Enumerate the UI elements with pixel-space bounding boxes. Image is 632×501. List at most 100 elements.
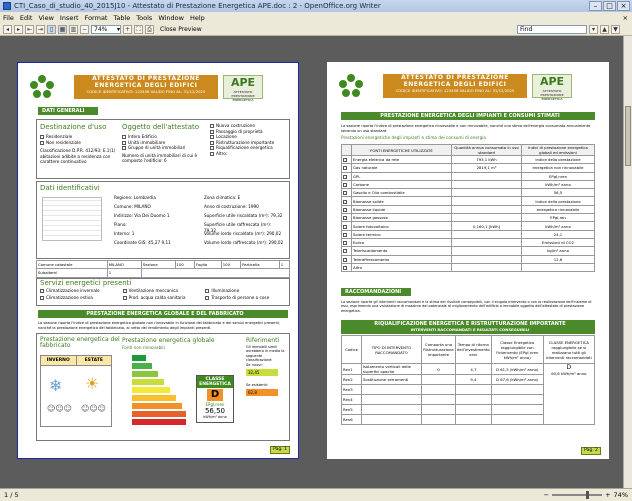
close-button[interactable]: ×	[617, 1, 630, 11]
checkbox[interactable]	[122, 140, 126, 145]
zoom-out-icon[interactable]: −	[80, 24, 89, 34]
checkbox[interactable]	[122, 135, 126, 139]
checkbox-cell[interactable]	[341, 237, 352, 248]
checkbox-cell[interactable]	[341, 154, 352, 165]
checkbox[interactable]	[210, 140, 214, 145]
menu-view[interactable]: View	[38, 14, 53, 22]
zoom-control[interactable]: − + 74%	[544, 491, 628, 499]
checkbox[interactable]	[343, 207, 347, 212]
checkbox-cell[interactable]	[341, 221, 352, 231]
checkbox[interactable]	[343, 249, 347, 254]
first-page-icon[interactable]: ⇤	[25, 24, 34, 34]
checkbox-cell[interactable]	[341, 254, 352, 264]
ape-logo-text: APE	[539, 75, 565, 88]
checkbox[interactable]	[343, 166, 347, 171]
checkbox[interactable]	[205, 289, 210, 293]
checkbox-cell[interactable]	[341, 246, 352, 256]
checkbox-cell[interactable]	[341, 171, 352, 181]
table-row: Biomasse liquide energetica rinnovabile	[341, 204, 595, 215]
checkbox[interactable]	[40, 289, 44, 293]
find-up-icon[interactable]: ▲	[600, 24, 609, 34]
col-quantita: Quantità annua consumata in uso standard	[451, 144, 522, 156]
checkbox[interactable]	[210, 124, 214, 128]
checkbox[interactable]	[343, 183, 347, 188]
checkbox-cell[interactable]	[341, 204, 352, 215]
checkbox-cell[interactable]	[341, 262, 352, 273]
menu-format[interactable]: Format	[85, 14, 108, 22]
find-input[interactable]: Find	[517, 24, 587, 34]
checkbox[interactable]	[343, 158, 347, 163]
class-bar-a2	[132, 371, 158, 377]
checkbox[interactable]	[343, 232, 347, 237]
checkbox[interactable]	[210, 146, 214, 151]
close-preview-button[interactable]: Close Preview	[160, 26, 202, 33]
final-class: D	[566, 364, 572, 371]
checkbox[interactable]	[343, 199, 347, 204]
checkbox[interactable]	[210, 135, 214, 140]
fullscreen-icon[interactable]: ⛶	[134, 24, 143, 34]
menu-edit[interactable]: Edit	[20, 14, 33, 22]
zoom-in-icon[interactable]: +	[123, 24, 132, 34]
checkbox[interactable]	[122, 289, 127, 293]
fonte-indice: 56,5	[521, 188, 595, 198]
class-bar-a3	[132, 363, 152, 369]
page-2: ATTESTATO DI PRESTAZIONE ENERGETICA DEGL…	[327, 62, 609, 459]
zoom-out-icon[interactable]: −	[544, 491, 549, 499]
performance-text: La sezione riporta l'indice di prestazio…	[38, 321, 281, 330]
classification-text: Classificazione D.P.R. 412/93: E.1(1) ab…	[40, 148, 116, 165]
two-pages-icon[interactable]: ▯	[47, 24, 56, 34]
previous-page-icon[interactable]: ◂	[3, 24, 12, 34]
checkbox-cell[interactable]	[341, 188, 352, 198]
checkbox[interactable]	[40, 295, 44, 300]
checkbox[interactable]	[343, 257, 347, 262]
table-row: Solare fotovoltaico 0,160,1 [kWh] kWh/m²…	[341, 221, 595, 231]
checkbox[interactable]	[122, 146, 126, 151]
checkbox[interactable]	[210, 151, 214, 156]
checkbox[interactable]	[343, 216, 347, 221]
minimize-button[interactable]: –	[589, 1, 602, 11]
table-row: Altro	[341, 262, 595, 273]
menu-help[interactable]: Help	[190, 14, 205, 22]
scrollbar-thumb[interactable]	[625, 106, 631, 166]
vertical-scrollbar[interactable]	[623, 36, 632, 488]
close-document-icon[interactable]: ×	[623, 14, 628, 22]
volume-raffrescato: Volume lordo raffrescato (m³): 290,02	[204, 240, 284, 245]
checkbox-cell[interactable]	[341, 179, 352, 190]
next-page-icon[interactable]: ▸	[14, 24, 23, 34]
last-page-icon[interactable]: ⇥	[36, 24, 45, 34]
menu-tools[interactable]: Tools	[136, 14, 152, 22]
checkbox[interactable]	[343, 224, 347, 229]
catasto-empty	[140, 268, 291, 278]
book-view-icon[interactable]: ▥	[69, 24, 78, 34]
checkbox-cell[interactable]	[341, 213, 352, 223]
print-icon[interactable]: ⎙	[145, 24, 154, 34]
checkbox-cell[interactable]	[341, 229, 352, 239]
multi-page-icon[interactable]: ▦	[58, 24, 67, 34]
menu-table[interactable]: Table	[113, 14, 130, 22]
racc-ristrutt	[421, 384, 456, 395]
checkbox[interactable]	[343, 191, 347, 196]
checkbox[interactable]	[205, 295, 210, 300]
checkbox[interactable]	[210, 129, 214, 134]
find-down-icon[interactable]: ▼	[611, 24, 620, 34]
checkbox[interactable]	[122, 295, 127, 300]
maximize-button[interactable]: □	[603, 1, 616, 11]
menu-file[interactable]: File	[3, 14, 14, 22]
checkbox[interactable]	[343, 174, 347, 179]
checkbox[interactable]	[40, 140, 44, 145]
zoom-in-icon[interactable]: +	[605, 491, 610, 499]
find-next-icon[interactable]: ▾	[589, 24, 598, 34]
checkbox-cell[interactable]	[341, 163, 352, 173]
fonte-name: Energia elettrica da rete	[351, 154, 452, 165]
checkbox[interactable]	[343, 241, 347, 246]
menu-window[interactable]: Window	[158, 14, 184, 22]
status-bar: 1 / 5 − + 74%	[0, 488, 632, 501]
checkbox[interactable]	[343, 266, 347, 270]
checkbox-cell[interactable]	[341, 196, 352, 206]
checkbox[interactable]	[40, 135, 44, 139]
racc-tipo	[361, 384, 422, 395]
menu-insert[interactable]: Insert	[60, 14, 79, 22]
zoom-field[interactable]: 74% ▾	[91, 24, 121, 34]
globale-subtitle: Fonti non rinnovabili	[122, 345, 165, 350]
zoom-slider[interactable]	[552, 491, 603, 499]
